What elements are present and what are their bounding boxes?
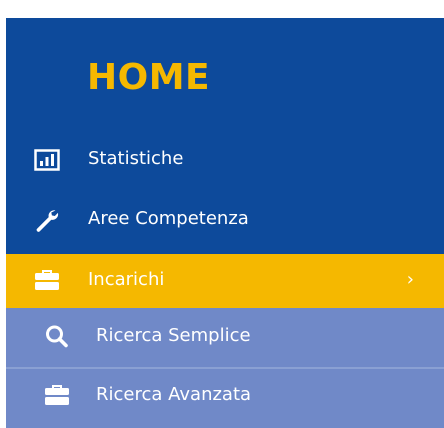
briefcase-icon bbox=[45, 385, 69, 405]
submenu-incarichi: Ricerca Semplice Ricerca Avanzata bbox=[6, 308, 444, 428]
sidebar-title-home[interactable]: HOME bbox=[87, 56, 210, 100]
sidebar-item-label: Statistiche bbox=[88, 148, 184, 169]
briefcase-icon bbox=[35, 270, 59, 290]
wrench-icon bbox=[36, 210, 59, 232]
sidebar-item-incarichi[interactable]: Incarichi › bbox=[6, 254, 444, 308]
sidebar: HOME Statistiche Aree Competenza Incaric… bbox=[6, 18, 444, 428]
chevron-right-icon: › bbox=[406, 269, 414, 290]
sidebar-item-statistiche[interactable]: Statistiche bbox=[6, 138, 444, 182]
page: HOME Statistiche Aree Competenza Incaric… bbox=[0, 0, 444, 428]
sidebar-item-label: Incarichi bbox=[88, 269, 165, 290]
submenu-item-label: Ricerca Avanzata bbox=[96, 384, 252, 405]
search-icon bbox=[46, 325, 68, 348]
bar-chart-icon bbox=[34, 149, 60, 171]
submenu-item-ricerca-semplice[interactable]: Ricerca Semplice bbox=[6, 308, 444, 366]
sidebar-item-label: Aree Competenza bbox=[88, 208, 249, 229]
submenu-item-label: Ricerca Semplice bbox=[96, 325, 251, 346]
submenu-item-ricerca-avanzata[interactable]: Ricerca Avanzata bbox=[6, 369, 444, 427]
sidebar-item-aree-competenza[interactable]: Aree Competenza bbox=[6, 198, 444, 242]
